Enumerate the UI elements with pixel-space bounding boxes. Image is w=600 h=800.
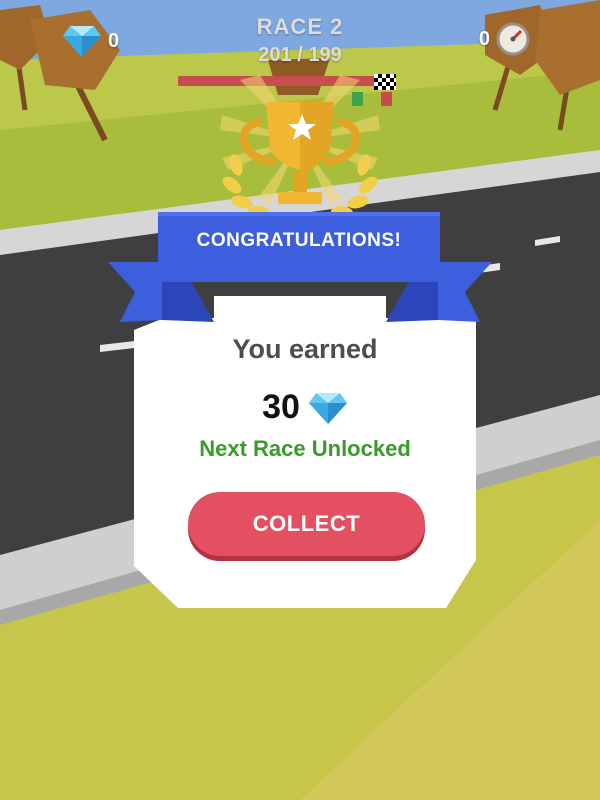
reward-row: 30 — [134, 388, 476, 427]
reward-dialog: CONGRATULATIONS! You earned 30 Next Race… — [0, 0, 600, 800]
collect-button[interactable]: COLLECT — [188, 492, 425, 556]
next-race-unlocked-text: Next Race Unlocked — [199, 436, 411, 461]
reward-amount: 30 — [262, 388, 300, 426]
banner-title: CONGRATULATIONS! — [196, 230, 402, 251]
diamond-icon — [308, 392, 347, 424]
earned-label: You earned — [232, 334, 378, 364]
